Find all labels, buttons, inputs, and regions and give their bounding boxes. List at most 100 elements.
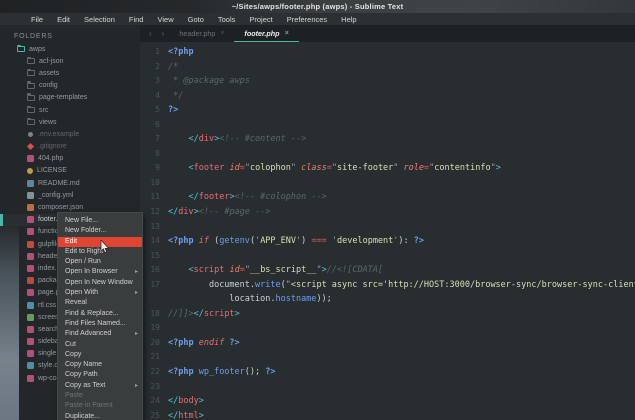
line-number: 8	[140, 147, 160, 162]
sidebar-item-README.md[interactable]: README.md	[0, 177, 140, 189]
sidebar-item-assets[interactable]: assets	[0, 67, 140, 79]
context-menu-item-open-in-browser[interactable]: Open In Browser▸	[58, 267, 142, 277]
tab-label: footer.php	[244, 29, 279, 38]
line-number: 11	[140, 190, 160, 205]
line-content: * @package awps	[168, 74, 250, 89]
code-line: 23	[140, 380, 635, 395]
line-content: location.hostname));	[168, 292, 332, 307]
sidebar-item-awps[interactable]: awps	[0, 43, 140, 55]
tab-forward-icon[interactable]: ›	[157, 29, 170, 38]
line-number: 15	[140, 249, 160, 264]
line-content: <script id="__bs_script__">//<![CDATA[	[168, 263, 383, 278]
code-line: 25</html>	[140, 409, 635, 420]
sidebar-item-404.php[interactable]: 404.php	[0, 153, 140, 165]
context-menu-item-copy-name[interactable]: Copy Name	[58, 360, 142, 370]
line-number: 23	[140, 380, 160, 395]
composer-icon	[27, 204, 34, 211]
env-icon	[28, 132, 33, 137]
code-line: 20<?php endif ?>	[140, 336, 635, 351]
editor-pane: ‹ › header.php×footer.php× 1<?php2/*3 * …	[140, 25, 635, 420]
tab-close-icon[interactable]: ×	[285, 30, 289, 37]
php-icon	[27, 326, 34, 333]
context-menu-item-new-file[interactable]: New File...	[58, 216, 142, 226]
menu-edit[interactable]: Edit	[50, 15, 77, 24]
context-menu-item-paste-in-parent: Paste in Parent	[58, 401, 142, 411]
sidebar-item-acf-json[interactable]: acf-json	[0, 55, 140, 67]
line-content: <footer id="colophon" class="site-footer…	[168, 161, 501, 176]
tab-footer.php[interactable]: footer.php ×	[234, 25, 298, 42]
tab-header.php[interactable]: header.php ×	[169, 25, 234, 42]
menu-preferences[interactable]: Preferences	[280, 15, 334, 24]
context-menu-item-find-files-named[interactable]: Find Files Named...	[58, 319, 142, 329]
sidebar-item-_config.yml[interactable]: _config.yml	[0, 189, 140, 201]
context-menu-item-find-replace[interactable]: Find & Replace...	[58, 309, 142, 319]
context-menu-item-duplicate[interactable]: Duplicate...	[58, 412, 142, 420]
folder-icon	[27, 95, 35, 101]
submenu-arrow-icon: ▸	[135, 329, 138, 339]
php-icon	[27, 375, 34, 382]
code-line: 9 <footer id="colophon" class="site-foot…	[140, 161, 635, 176]
folder-root-icon	[17, 46, 25, 52]
line-number	[140, 292, 160, 307]
line-number: 9	[140, 161, 160, 176]
code-line: 1<?php	[140, 45, 635, 60]
code-line: 3 * @package awps	[140, 74, 635, 89]
file-name: assets	[39, 70, 59, 77]
line-number: 24	[140, 394, 160, 409]
context-menu-item-find-advanced[interactable]: Find Advanced▸	[58, 329, 142, 339]
context-menu-item-open-in-new-window[interactable]: Open In New Window	[58, 278, 142, 288]
context-menu-item-copy[interactable]: Copy	[58, 350, 142, 360]
line-content: ?>	[168, 103, 178, 118]
sidebar-item-page-templates[interactable]: page-templates	[0, 92, 140, 104]
line-content: </div><!-- #content -->	[168, 132, 306, 147]
context-menu-item-open-with[interactable]: Open With▸	[58, 288, 142, 298]
php-icon	[27, 155, 34, 162]
tab-back-icon[interactable]: ‹	[144, 29, 157, 38]
context-menu-item-edit[interactable]: Edit	[58, 237, 142, 247]
menu-project[interactable]: Project	[242, 15, 279, 24]
title-bar[interactable]: ~/Sites/awps/footer.php (awps) - Sublime…	[0, 0, 635, 13]
context-menu-item-cut[interactable]: Cut	[58, 340, 142, 350]
css-icon	[27, 362, 34, 369]
tab-label: header.php	[179, 29, 215, 38]
code-line: 17 document.write("<script async src='ht…	[140, 278, 635, 293]
sidebar-item-views[interactable]: views	[0, 116, 140, 128]
menu-tools[interactable]: Tools	[211, 15, 243, 24]
code-line: 24</body>	[140, 394, 635, 409]
menu-view[interactable]: View	[150, 15, 180, 24]
sidebar-item-config[interactable]: config	[0, 80, 140, 92]
code-line: 16 <script id="__bs_script__">//<![CDATA…	[140, 263, 635, 278]
sidebar-item-src[interactable]: src	[0, 104, 140, 116]
context-menu-item-edit-to-right[interactable]: Edit to Right	[58, 247, 142, 257]
line-content: */	[168, 89, 183, 104]
code-line: 4 */	[140, 89, 635, 104]
line-number: 1	[140, 45, 160, 60]
menu-selection[interactable]: Selection	[77, 15, 122, 24]
context-menu-item-reveal[interactable]: Reveal	[58, 298, 142, 308]
line-number: 3	[140, 74, 160, 89]
line-number: 17	[140, 278, 160, 293]
php-icon	[27, 350, 34, 357]
gulp-icon	[27, 241, 34, 248]
context-menu-item-copy-path[interactable]: Copy Path	[58, 370, 142, 380]
sidebar-item-.env.example[interactable]: .env.example	[0, 128, 140, 140]
menu-file[interactable]: File	[24, 15, 50, 24]
sidebar-item-LICENSE[interactable]: LICENSE	[0, 165, 140, 177]
context-menu: New File...New Folder...EditEdit to Righ…	[57, 212, 143, 420]
folder-icon	[27, 83, 35, 89]
menu-goto[interactable]: Goto	[181, 15, 211, 24]
code-line: 15	[140, 249, 635, 264]
menu-find[interactable]: Find	[122, 15, 151, 24]
context-menu-item-new-folder[interactable]: New Folder...	[58, 226, 142, 236]
code-area[interactable]: 1<?php2/*3 * @package awps4 */5?>67 </di…	[140, 42, 635, 420]
menu-help[interactable]: Help	[334, 15, 363, 24]
context-menu-item-open-run[interactable]: Open / Run	[58, 257, 142, 267]
line-content: </html>	[168, 409, 204, 420]
code-line: 5?>	[140, 103, 635, 118]
context-menu-item-copy-as-text[interactable]: Copy as Text▸	[58, 381, 142, 391]
folder-icon	[27, 107, 35, 113]
sidebar-item-.gitignore[interactable]: .gitignore	[0, 141, 140, 153]
code-line: 11 </footer><!-- #colophon -->	[140, 190, 635, 205]
tab-close-icon[interactable]: ×	[220, 30, 224, 37]
line-number: 4	[140, 89, 160, 104]
